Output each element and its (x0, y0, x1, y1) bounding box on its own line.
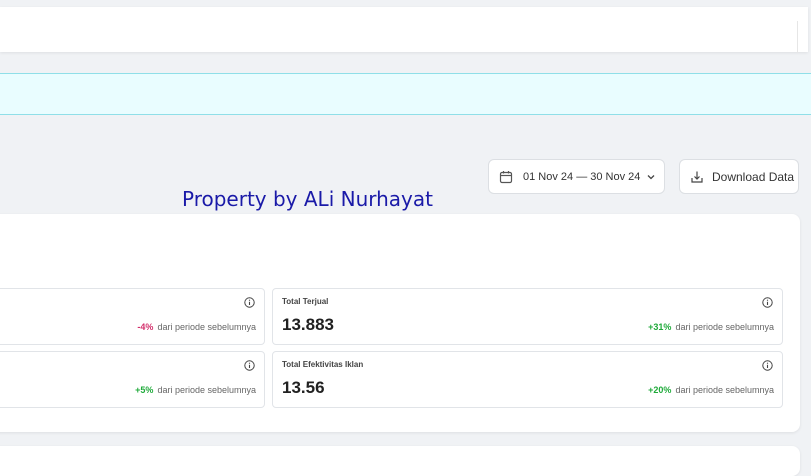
metric-card: -4% dari periode sebelumnya (0, 288, 265, 345)
chevron-down-icon (646, 172, 656, 182)
metric-delta-percent: -4% (137, 322, 154, 332)
info-icon[interactable] (244, 360, 255, 371)
metric-card: +5% dari periode sebelumnya (0, 351, 265, 408)
metric-delta-percent: +31% (648, 322, 672, 332)
metric-delta-text: dari periode sebelumnya (675, 322, 774, 332)
secondary-card (0, 446, 800, 476)
metric-delta-percent: +20% (648, 385, 672, 395)
date-range-label: 01 Nov 24 — 30 Nov 24 (523, 170, 641, 183)
calendar-icon (499, 170, 513, 184)
date-range-picker[interactable]: 01 Nov 24 — 30 Nov 24 (488, 159, 665, 194)
metric-card: Total Terjual 13.883 +31% dari periode se… (272, 288, 783, 345)
metrics-card: -4% dari periode sebelumnya Total Terjual… (0, 214, 800, 432)
download-data-button[interactable]: Download Data (679, 159, 799, 194)
metric-delta: +31% dari periode sebelumnya (648, 322, 774, 332)
top-bar (0, 0, 811, 54)
metric-label: Total Terjual (282, 297, 329, 306)
metric-label: Total Efektivitas Iklan (282, 360, 364, 369)
metric-delta: -4% dari periode sebelumnya (137, 322, 256, 332)
metric-delta: +20% dari periode sebelumnya (648, 385, 774, 395)
info-banner (0, 73, 811, 115)
metric-value: 13.56 (282, 378, 325, 397)
watermark-text: Property by ALi Nurhayat (182, 187, 433, 211)
metric-delta-text: dari periode sebelumnya (157, 385, 256, 395)
metric-card: Total Efektivitas Iklan 13.56 +20% dari p… (272, 351, 783, 408)
metric-delta-text: dari periode sebelumnya (675, 385, 774, 395)
top-bar-divider (797, 21, 798, 53)
download-data-label: Download Data (712, 169, 795, 184)
metric-delta-text: dari periode sebelumnya (157, 322, 256, 332)
metric-value: 13.883 (282, 315, 334, 334)
top-bar-panel (0, 7, 808, 53)
info-icon[interactable] (244, 297, 255, 308)
download-icon (690, 170, 704, 184)
info-icon[interactable] (762, 297, 773, 308)
metric-delta-percent: +5% (135, 385, 154, 395)
info-icon[interactable] (762, 360, 773, 371)
metric-delta: +5% dari periode sebelumnya (135, 385, 256, 395)
